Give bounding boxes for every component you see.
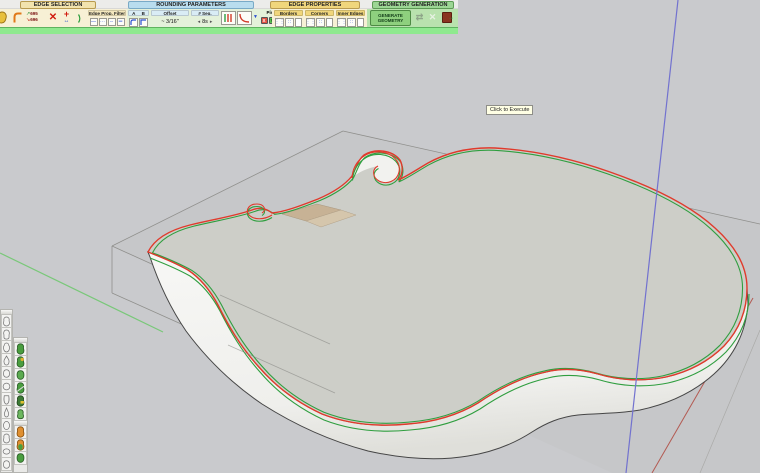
viewport-3d[interactable] bbox=[0, 0, 760, 473]
profile-curve-button[interactable] bbox=[237, 11, 252, 25]
clear-selection-button[interactable]: ✕ bbox=[47, 11, 59, 24]
round-corner-icon[interactable] bbox=[11, 11, 24, 24]
green-body-tool-4-button[interactable] bbox=[14, 382, 27, 395]
corners-label: Corners bbox=[305, 10, 334, 16]
body-shape-10-button[interactable] bbox=[1, 432, 12, 445]
corners-option-box[interactable] bbox=[326, 18, 333, 27]
borders-option-box[interactable] bbox=[295, 18, 302, 27]
green-body-tool-2-button[interactable] bbox=[14, 356, 27, 369]
preset-b-label: B bbox=[142, 11, 145, 15]
inner-edges-round-icon[interactable]: ⋮⋮ bbox=[337, 18, 346, 27]
preset-a-label: A bbox=[132, 11, 135, 15]
status-bar: Click to Execute bbox=[0, 27, 458, 34]
inner-edges-straight-icon[interactable]: ∷ bbox=[347, 18, 356, 27]
rounding-parameters-row: A B Offset ~ 3/16" # Seg. ◂ 8s ▸ bbox=[127, 9, 272, 27]
toolbar-tabstrip: EDGE SELECTION ROUNDING PARAMETERS EDGE … bbox=[0, 0, 458, 9]
offset-group: Offset ~ 3/16" bbox=[151, 10, 189, 25]
section-title-rounding-parameters: ROUNDING PARAMETERS bbox=[128, 1, 254, 9]
body-shape-1-button[interactable] bbox=[1, 315, 12, 328]
clear-x-icon: ✕ bbox=[49, 13, 57, 23]
preset-b-icon[interactable] bbox=[139, 18, 148, 27]
offset-label: Offset bbox=[151, 10, 189, 16]
corners-group: Corners ⋮⋮ ∷ bbox=[305, 10, 334, 27]
green-body-tool-3-button[interactable] bbox=[14, 369, 27, 382]
edge-prop-filter-label: Edge Prop. Filter bbox=[88, 10, 126, 16]
inner-edges-option-box[interactable] bbox=[357, 18, 364, 27]
filter-double-edge-icon[interactable]: ═ bbox=[117, 18, 125, 26]
section-title-edge-selection: EDGE SELECTION bbox=[20, 1, 96, 9]
filter-plain-edge-icon[interactable]: — bbox=[90, 18, 98, 26]
body-shape-11-button[interactable] bbox=[1, 445, 12, 458]
body-shape-6-button[interactable] bbox=[1, 380, 12, 393]
stripes-icon bbox=[223, 13, 234, 23]
body-shape-4-button[interactable] bbox=[1, 354, 12, 367]
axis-green bbox=[0, 253, 163, 332]
undo-redo-icon: ⇄ bbox=[416, 12, 424, 23]
corners-straight-icon[interactable]: ∷ bbox=[316, 18, 325, 27]
pivot-x-button[interactable]: X bbox=[261, 17, 268, 24]
borders-label: Borders bbox=[274, 10, 303, 16]
door-arrow-icon: → bbox=[448, 15, 454, 21]
segments-value[interactable]: 8s bbox=[202, 19, 208, 25]
generate-geometry-button[interactable]: GENERATE GEOMETRY bbox=[370, 10, 411, 26]
edge-selection-row: ↗ 695 ↘ 696 ✕ + ↔ 30 Edge Prop. Filter —… bbox=[0, 9, 127, 27]
segment-style-button[interactable] bbox=[221, 11, 236, 25]
green-body-tool-6-button[interactable] bbox=[14, 408, 27, 421]
edge-prop-filter-group: Edge Prop. Filter — ⋯ ╌ ═ bbox=[88, 10, 126, 26]
borders-round-icon[interactable]: ⋮⋮ bbox=[275, 18, 284, 27]
exit-button[interactable]: → bbox=[440, 11, 454, 24]
corners-round-icon[interactable]: ⋮⋮ bbox=[306, 18, 315, 27]
execute-tooltip: Click to Execute bbox=[486, 105, 533, 115]
body-shape-7-button[interactable] bbox=[1, 393, 12, 406]
edge-properties-row: Borders ⋮⋮ ∷ Corners ⋮⋮ ∷ Inner Edges ⋮⋮… bbox=[272, 9, 367, 27]
left-right-arrows-icon: ↔ bbox=[60, 18, 73, 24]
extend-selection-button[interactable]: + ↔ bbox=[60, 10, 73, 26]
body-shape-12-button[interactable] bbox=[1, 458, 12, 471]
curve-icon bbox=[239, 13, 250, 23]
green-body-tool-7-button[interactable] bbox=[14, 452, 27, 465]
segments-decrease-icon[interactable]: ◂ bbox=[198, 19, 201, 25]
segments-label: # Seg. bbox=[191, 10, 219, 16]
body-tools-toolbar bbox=[13, 337, 28, 473]
edge-count-total: 696 bbox=[30, 17, 38, 23]
edge-counter: ↗ 695 ↘ 696 bbox=[26, 11, 46, 25]
ab-presets-group: A B bbox=[128, 10, 149, 27]
geometry-generation-row: GENERATE GEOMETRY ⇄ ✕ → bbox=[367, 9, 458, 27]
section-title-edge-properties: EDGE PROPERTIES bbox=[270, 1, 360, 9]
offset-value[interactable]: ~ 3/16" bbox=[151, 19, 189, 25]
shape-library-toolbar bbox=[0, 309, 13, 473]
undo-redo-button[interactable]: ⇄ bbox=[413, 11, 426, 24]
filter-dotted-edge-icon[interactable]: ⋯ bbox=[99, 18, 107, 26]
angle-threshold-button[interactable]: 30 bbox=[74, 10, 87, 26]
green-body-tool-1-button[interactable] bbox=[14, 343, 27, 356]
segments-group: # Seg. ◂ 8s ▸ bbox=[191, 10, 219, 25]
arc-icon bbox=[77, 14, 85, 23]
roundcorner-toolbar: EDGE SELECTION ROUNDING PARAMETERS EDGE … bbox=[0, 0, 458, 27]
body-shape-3-button[interactable] bbox=[1, 341, 12, 354]
filter-dashed-edge-icon[interactable]: ╌ bbox=[108, 18, 116, 26]
abort-button[interactable]: ✕ bbox=[427, 11, 438, 24]
body-shape-5-button[interactable] bbox=[1, 367, 12, 380]
body-shape-2-button[interactable] bbox=[1, 328, 12, 341]
plus-icon: + bbox=[60, 10, 73, 18]
loop-shape-icon[interactable] bbox=[0, 11, 8, 24]
body-shape-8-button[interactable] bbox=[1, 406, 12, 419]
abort-x-icon: ✕ bbox=[429, 12, 437, 23]
section-title-geometry-generation: GEOMETRY GENERATION bbox=[372, 1, 454, 9]
borders-group: Borders ⋮⋮ ∷ bbox=[274, 10, 303, 27]
orange-green-body-tool-button[interactable] bbox=[14, 439, 27, 452]
segments-increase-icon[interactable]: ▸ bbox=[210, 19, 213, 25]
borders-straight-icon[interactable]: ∷ bbox=[285, 18, 294, 27]
door-icon: → bbox=[442, 12, 452, 23]
green-body-tool-5-button[interactable] bbox=[14, 395, 27, 408]
preset-a-icon[interactable] bbox=[129, 18, 138, 27]
orange-body-tool-1-button[interactable] bbox=[14, 426, 27, 439]
pivot-down-arrow-icon: ▼ bbox=[253, 14, 258, 20]
inner-edges-group: Inner Edges ⋮⋮ ∷ bbox=[336, 10, 365, 27]
inner-edges-label: Inner Edges bbox=[336, 10, 365, 16]
body-shape-9-button[interactable] bbox=[1, 419, 12, 432]
